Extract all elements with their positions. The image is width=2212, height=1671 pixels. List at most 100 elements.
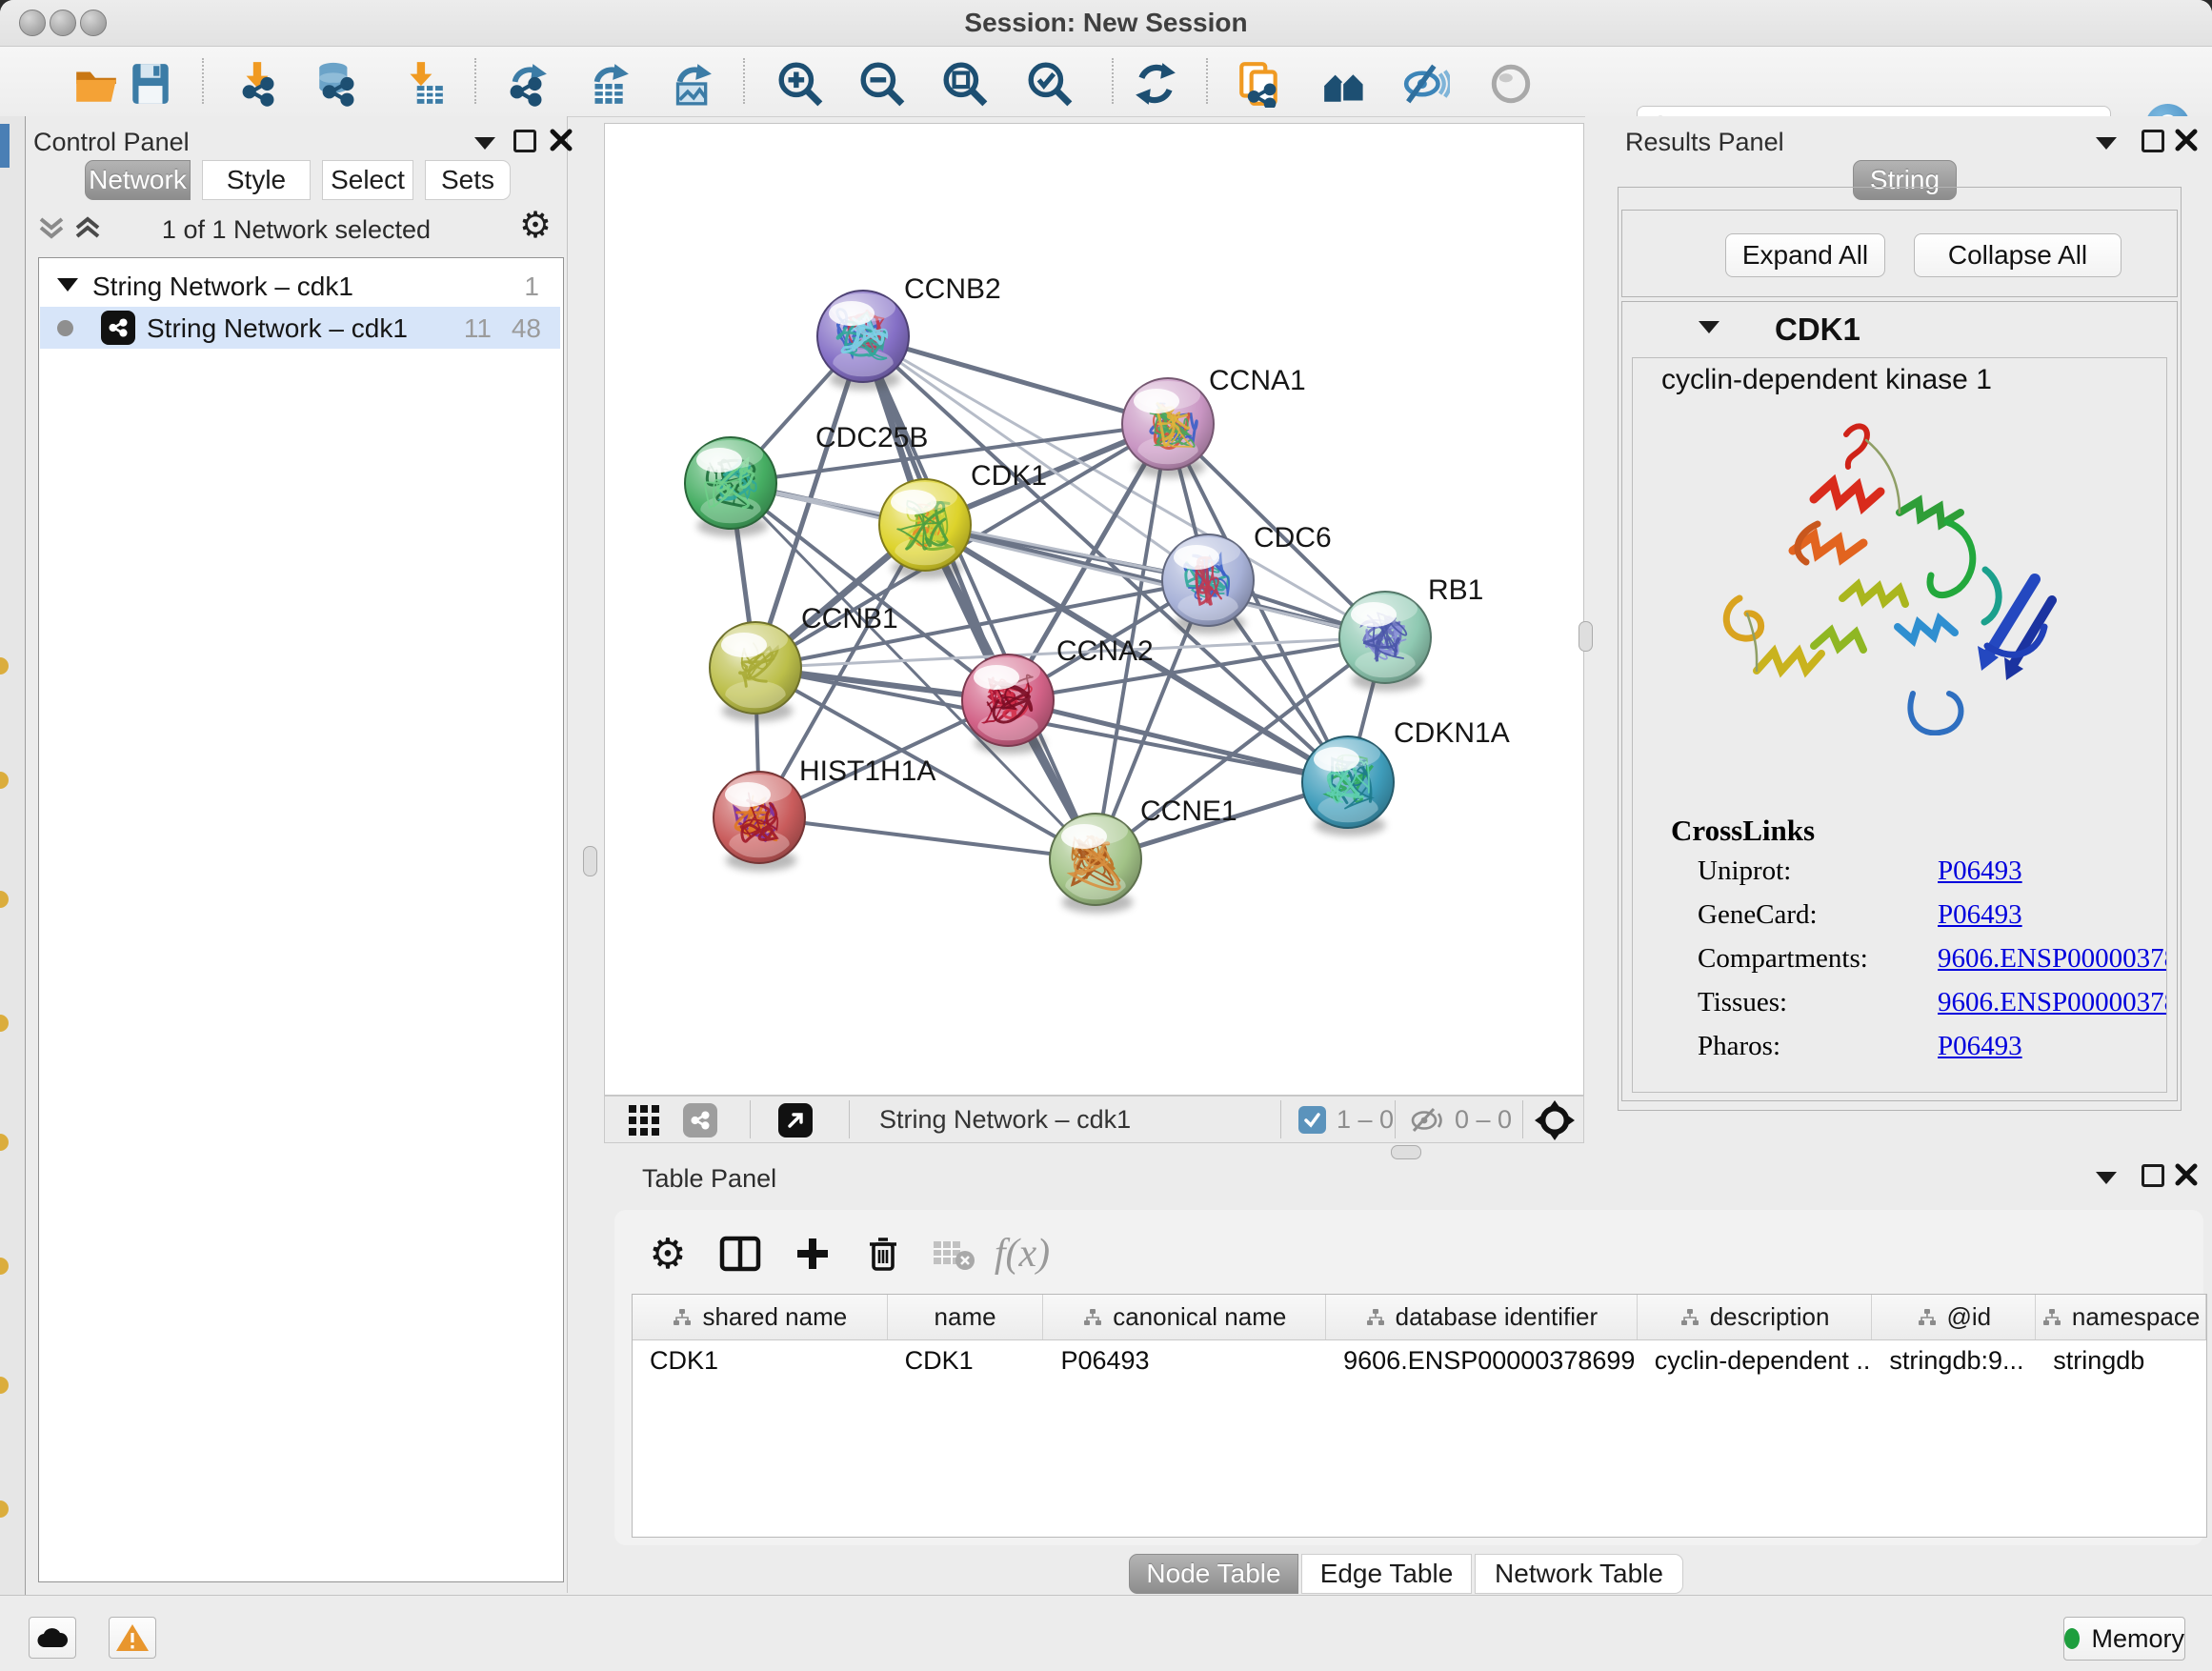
tab-network[interactable]: Network <box>85 160 191 200</box>
network-node-count: 11 <box>464 313 492 344</box>
tab-network-table[interactable]: Network Table <box>1475 1554 1683 1594</box>
network-view-panel[interactable]: CCNB2CCNA1CDC25BCDK1CDC6RB1CCNB1CCNA2CDK… <box>604 123 1584 1096</box>
splitter-handle-left[interactable] <box>583 846 597 876</box>
collapse-panel-icon[interactable] <box>2096 1172 2117 1184</box>
network-collection-row[interactable]: String Network – cdk1 1 <box>40 265 560 307</box>
header-cell-@id[interactable]: @id <box>1872 1295 2036 1339</box>
header-cell-description[interactable]: description <box>1638 1295 1873 1339</box>
header-cell-database-identifier[interactable]: database identifier <box>1326 1295 1638 1339</box>
network-node-CDKN1A[interactable] <box>1302 736 1394 836</box>
network-node-CDK1[interactable] <box>879 479 971 579</box>
float-panel-icon[interactable] <box>2142 1164 2164 1187</box>
crosslink-link[interactable]: 9606.ENSP00000378699 <box>1938 987 2167 1018</box>
table-options-gear-icon[interactable]: ⚙ <box>641 1227 694 1280</box>
tab-sets[interactable]: Sets <box>425 160 511 200</box>
close-panel-icon[interactable] <box>2174 128 2199 152</box>
tab-node-table[interactable]: Node Table <box>1129 1554 1298 1594</box>
crosslink-link[interactable]: P06493 <box>1938 856 2022 887</box>
apply-layout-button[interactable] <box>1129 57 1182 111</box>
snapshot-icon <box>1236 60 1283 108</box>
network-label: String Network – cdk1 <box>147 313 408 344</box>
table-cell[interactable]: CDK1 <box>888 1340 1044 1380</box>
export-network-button[interactable] <box>498 57 552 111</box>
zoom-selected-button[interactable] <box>1023 57 1076 111</box>
background-dock-dot <box>0 1377 9 1394</box>
network-snapshot-button[interactable] <box>1233 57 1286 111</box>
table-cell[interactable]: P06493 <box>1043 1340 1326 1380</box>
node-table[interactable]: shared namenamecanonical namedatabase id… <box>632 1294 2207 1538</box>
cdk1-section-header[interactable]: CDK1 <box>1622 302 2177 355</box>
table-cell[interactable]: CDK1 <box>633 1340 888 1380</box>
import-network-from-database-button[interactable] <box>311 57 364 111</box>
network-node-CDC6[interactable] <box>1162 534 1254 634</box>
splitter-handle-horizontal[interactable] <box>1391 1145 1421 1159</box>
table-panel: Table Panel ⚙ f(x) shared <box>604 1151 2212 1595</box>
crosslink-link[interactable]: P06493 <box>1938 1031 2022 1062</box>
warning-button[interactable] <box>109 1617 156 1659</box>
close-panel-icon[interactable] <box>549 128 573 152</box>
delete-column-trash-icon[interactable] <box>856 1227 910 1280</box>
export-image-button[interactable] <box>663 57 716 111</box>
pan-crosshair-icon[interactable] <box>1535 1100 1575 1140</box>
crosslink-link[interactable]: 9606.ENSP00000378699 <box>1938 943 2167 975</box>
hide-graphics-details-button[interactable] <box>1399 57 1453 111</box>
header-cell-canonical-name[interactable]: canonical name <box>1043 1295 1326 1339</box>
table-cell[interactable]: cyclin-dependent ... <box>1638 1340 1873 1380</box>
memory-button[interactable]: Memory <box>2063 1617 2185 1661</box>
tab-edge-table[interactable]: Edge Table <box>1301 1554 1472 1594</box>
section-collapse-caret-icon[interactable] <box>1699 321 1719 333</box>
open-in-new-window-icon[interactable] <box>778 1103 813 1137</box>
table-cell[interactable]: stringdb:9... <box>1872 1340 2036 1380</box>
show-graphics-details-button[interactable] <box>1484 57 1538 111</box>
network-edge-HIST1H1A-CCNE1[interactable] <box>759 817 1096 859</box>
zoom-out-button[interactable] <box>855 57 909 111</box>
header-cell-shared-name[interactable]: shared name <box>633 1295 888 1339</box>
cloud-button[interactable] <box>29 1617 76 1659</box>
header-cell-name[interactable]: name <box>888 1295 1044 1339</box>
network-node-CCNB2[interactable] <box>817 291 909 391</box>
zoom-in-button[interactable] <box>774 57 827 111</box>
collapse-panel-icon[interactable] <box>2096 137 2117 150</box>
network-node-HIST1H1A[interactable] <box>714 772 805 872</box>
birdseye-grid-icon[interactable] <box>628 1104 662 1137</box>
network-node-CCNB1[interactable] <box>710 622 801 722</box>
network-options-gear-icon[interactable]: ⚙ <box>519 208 552 244</box>
node-label-CDC25B: CDC25B <box>815 422 928 453</box>
table-cell[interactable]: 9606.ENSP00000378699 <box>1326 1340 1638 1380</box>
float-panel-icon[interactable] <box>513 130 536 152</box>
network-edge-CCNA2-CDKN1A[interactable] <box>1008 700 1348 782</box>
hidden-node-edge-counts: 0 – 0 <box>1455 1105 1512 1135</box>
tab-style[interactable]: Style <box>202 160 311 200</box>
save-session-button[interactable] <box>124 57 177 111</box>
header-cell-namespace[interactable]: namespace <box>2036 1295 2206 1339</box>
table-header-row: shared namenamecanonical namedatabase id… <box>633 1295 2206 1340</box>
network-canvas[interactable]: CCNB2CCNA1CDC25BCDK1CDC6RB1CCNB1CCNA2CDK… <box>605 124 1583 1095</box>
crosslink-link[interactable]: P06493 <box>1938 899 2022 931</box>
first-neighbors-button[interactable] <box>1317 57 1371 111</box>
network-node-CCNA2[interactable] <box>962 654 1054 755</box>
close-panel-icon[interactable] <box>2174 1162 2199 1187</box>
network-node-CCNE1[interactable] <box>1050 814 1141 914</box>
table-row[interactable]: CDK1CDK1P064939606.ENSP00000378699cyclin… <box>633 1340 2206 1380</box>
network-node-CCNA1[interactable] <box>1122 378 1214 478</box>
selected-checkbox[interactable] <box>1298 1106 1326 1134</box>
tab-select[interactable]: Select <box>322 160 413 200</box>
network-row-selected[interactable]: String Network – cdk1 11 48 <box>40 307 560 349</box>
network-node-RB1[interactable] <box>1339 592 1431 692</box>
collapse-panel-icon[interactable] <box>474 137 495 150</box>
open-session-button[interactable] <box>70 57 123 111</box>
expand-all-button[interactable]: Expand All <box>1725 233 1885 277</box>
tree-expand-caret-icon[interactable] <box>57 278 78 292</box>
table-cell[interactable]: stringdb <box>2036 1340 2206 1380</box>
float-panel-icon[interactable] <box>2142 130 2164 152</box>
collapse-all-button[interactable]: Collapse All <box>1914 233 2122 277</box>
window-title: Session: New Session <box>0 8 2212 38</box>
zoom-fit-button[interactable] <box>938 57 992 111</box>
splitter-handle-right[interactable] <box>1579 621 1593 652</box>
import-table-button[interactable] <box>396 57 450 111</box>
import-network-from-file-button[interactable] <box>231 57 284 111</box>
network-node-CDC25B[interactable] <box>685 437 776 537</box>
create-column-plus-icon[interactable] <box>786 1227 839 1280</box>
show-columns-icon[interactable] <box>714 1227 767 1280</box>
export-table-button[interactable] <box>580 57 633 111</box>
